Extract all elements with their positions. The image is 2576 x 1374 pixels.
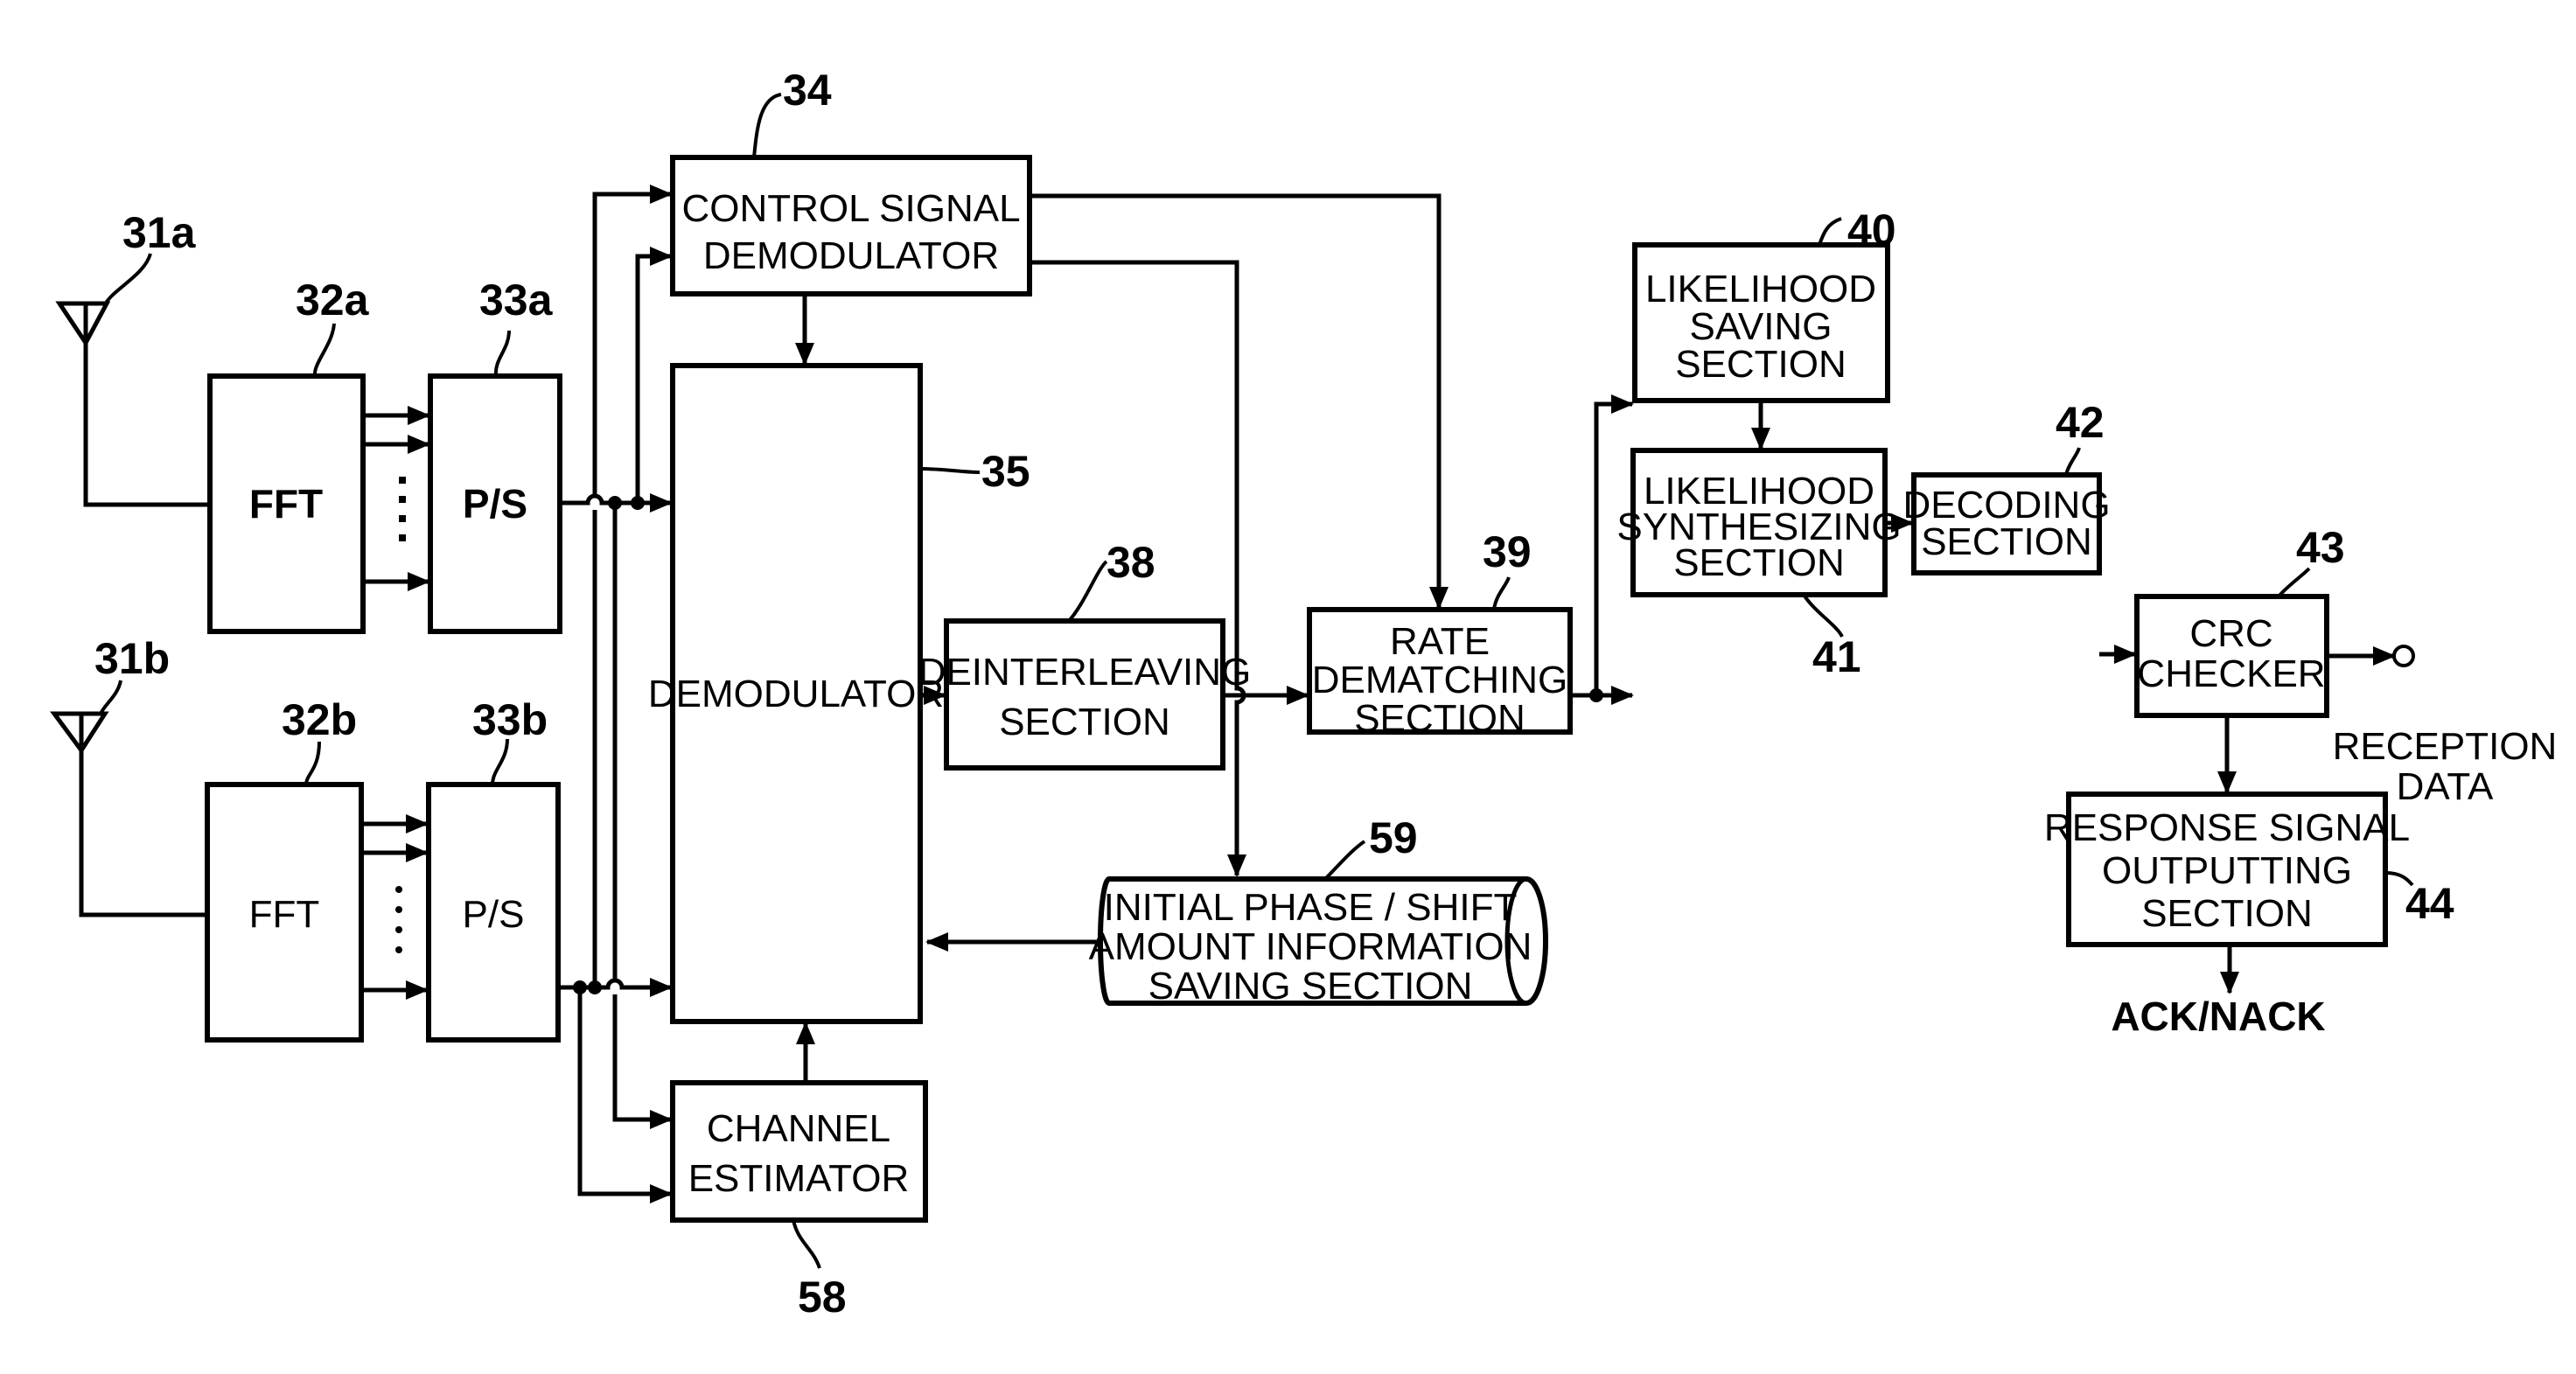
- fft-b-block: FFT 32b: [205, 695, 364, 1043]
- reception-data-output: RECEPTION DATA: [2327, 645, 2558, 808]
- ref-40: 40: [1847, 206, 1896, 255]
- ref-35: 35: [981, 447, 1030, 496]
- svg-text:INITIAL PHASE / SHIFT: INITIAL PHASE / SHIFT: [1104, 886, 1518, 929]
- svg-text:P/S: P/S: [463, 893, 525, 936]
- antenna-b: 31b: [50, 634, 207, 917]
- ref-41: 41: [1812, 632, 1861, 681]
- svg-text:ESTIMATOR: ESTIMATOR: [688, 1157, 910, 1200]
- svg-text:P/S: P/S: [463, 481, 527, 527]
- decoding-block: DECODING SECTION 42: [1902, 398, 2111, 575]
- ref-31a: 31a: [122, 208, 197, 257]
- deinterleaving-block: DEINTERLEAVING SECTION 38: [918, 538, 1252, 771]
- csd-to-rate-dematching-link: [1030, 193, 1449, 610]
- svg-text:AMOUNT INFORMATION: AMOUNT INFORMATION: [1089, 925, 1532, 968]
- reception-data-label-2: DATA: [2397, 765, 2494, 808]
- channel-estimator-block: CHANNEL ESTIMATOR 58: [670, 1080, 928, 1322]
- ps-a-block: P/S 33a: [428, 275, 562, 634]
- svg-text:SECTION: SECTION: [1921, 520, 2092, 563]
- ref-44: 44: [2405, 879, 2454, 928]
- ref-32b: 32b: [282, 695, 357, 744]
- svg-text:RATE: RATE: [1390, 620, 1490, 663]
- ref-42: 42: [2056, 398, 2105, 447]
- svg-text:SECTION: SECTION: [2141, 892, 2313, 935]
- svg-text:SECTION: SECTION: [1675, 343, 1846, 386]
- ref-59: 59: [1369, 813, 1418, 862]
- ref-34: 34: [783, 66, 832, 115]
- crc-checker-block: CRC CHECKER 43: [2134, 523, 2345, 718]
- svg-text:DEINTERLEAVING: DEINTERLEAVING: [918, 651, 1252, 694]
- svg-text:CONTROL SIGNAL: CONTROL SIGNAL: [681, 187, 1020, 230]
- svg-text:SECTION: SECTION: [999, 701, 1170, 743]
- ref-39: 39: [1483, 527, 1532, 576]
- svg-text:FFT: FFT: [249, 481, 323, 527]
- ellipsis-dots: [399, 477, 406, 541]
- svg-text:FFT: FFT: [249, 893, 320, 936]
- ref-38: 38: [1106, 538, 1155, 587]
- antenna-a: 31a: [55, 208, 210, 507]
- antenna-icon: [55, 301, 111, 347]
- svg-text:DEMODULATOR: DEMODULATOR: [703, 234, 999, 277]
- svg-text:OUTPUTTING: OUTPUTTING: [2102, 849, 2352, 892]
- phase-shift-saving-block: INITIAL PHASE / SHIFT AMOUNT INFORMATION…: [1089, 813, 1548, 1008]
- reception-data-label-1: RECEPTION: [2333, 725, 2558, 768]
- svg-text:CRC: CRC: [2189, 612, 2272, 655]
- ref-43: 43: [2296, 523, 2345, 572]
- svg-text:SECTION: SECTION: [1673, 541, 1845, 584]
- svg-text:CHANNEL: CHANNEL: [707, 1107, 890, 1150]
- fft-a-to-ps-a-links: [363, 406, 430, 591]
- svg-text:SECTION: SECTION: [1354, 697, 1525, 740]
- junction-dot: [608, 496, 622, 510]
- ack-nack-label: ACK/NACK: [2111, 994, 2325, 1039]
- ref-32a: 32a: [296, 275, 370, 324]
- fft-b-to-ps-b-links: [361, 814, 429, 1000]
- svg-text:SAVING: SAVING: [1689, 305, 1832, 348]
- svg-text:RESPONSE SIGNAL: RESPONSE SIGNAL: [2044, 806, 2410, 849]
- junction-dot: [631, 496, 645, 510]
- ps-b-block: P/S 33b: [426, 695, 561, 1043]
- likelihood-saving-block: LIKELIHOOD SAVING SECTION 40: [1632, 206, 1896, 403]
- ref-33a: 33a: [479, 275, 554, 324]
- ref-33b: 33b: [472, 695, 548, 744]
- ellipsis-dots: [395, 886, 402, 953]
- ref-31b: 31b: [94, 634, 170, 683]
- junction-dot: [573, 980, 587, 994]
- block-diagram: 31a 31b FFT 32a P/S 33a FFT 32b P/S 33b …: [50, 66, 2558, 1322]
- junction-dot: [1589, 688, 1603, 702]
- junction-dot: [588, 980, 602, 994]
- output-terminal-icon: [2392, 645, 2415, 667]
- svg-text:DEMODULATOR: DEMODULATOR: [648, 673, 944, 715]
- svg-text:CHECKER: CHECKER: [2137, 652, 2325, 695]
- likelihood-synthesizing-block: LIKELIHOOD SYNTHESIZING SECTION 41: [1616, 448, 1902, 681]
- svg-text:SAVING SECTION: SAVING SECTION: [1148, 965, 1473, 1008]
- response-signal-block: RESPONSE SIGNAL OUTPUTTING SECTION 44: [2044, 792, 2454, 947]
- svg-text:LIKELIHOOD: LIKELIHOOD: [1645, 268, 1876, 310]
- ref-58: 58: [798, 1273, 847, 1322]
- control-signal-demodulator-block: CONTROL SIGNAL DEMODULATOR 34: [670, 66, 1032, 296]
- svg-text:DEMATCHING: DEMATCHING: [1312, 659, 1568, 701]
- fft-a-block: FFT 32a: [207, 275, 370, 634]
- rate-dematching-outputs: [1570, 394, 1634, 705]
